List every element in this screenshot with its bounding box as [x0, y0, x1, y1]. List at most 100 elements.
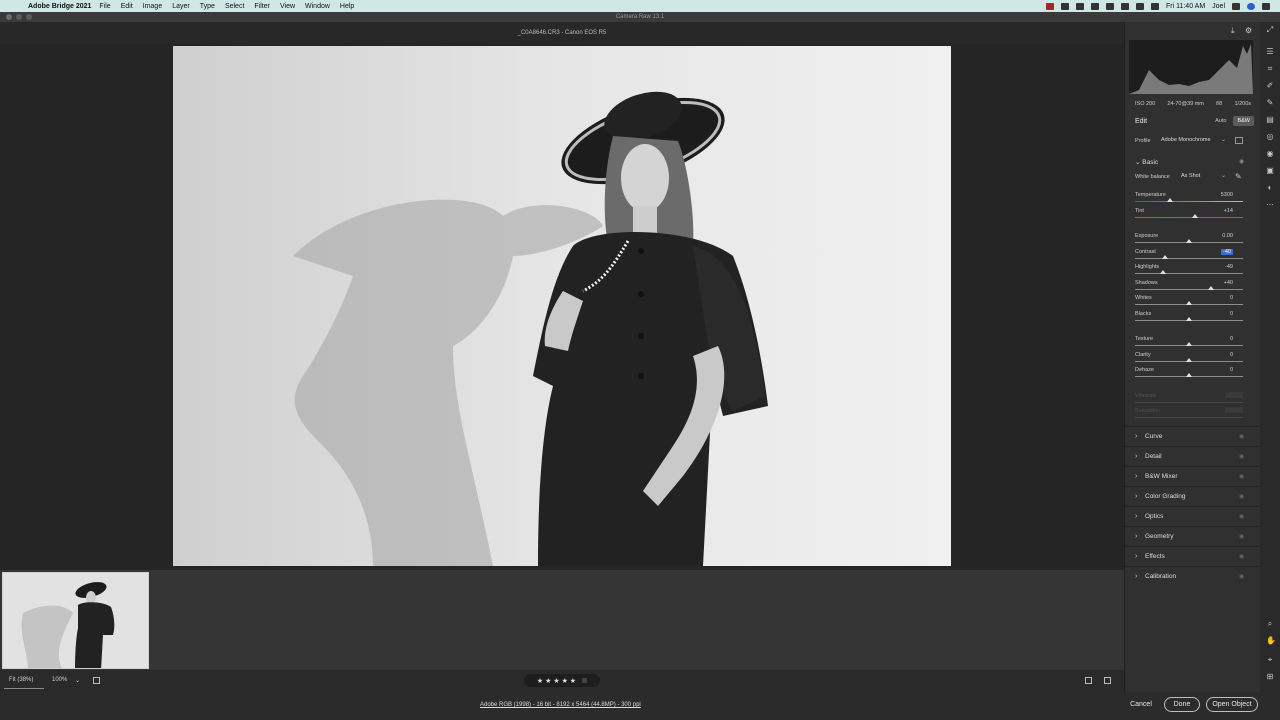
panel-name[interactable]: Calibration [1145, 573, 1176, 580]
save-icon[interactable]: ⤓ [1231, 26, 1235, 36]
slider-value[interactable]: 0 [1230, 295, 1233, 301]
menu-window[interactable]: Window [305, 3, 330, 10]
eye-icon[interactable]: ◉ [1239, 573, 1244, 580]
slider-value[interactable]: -40 [1221, 249, 1233, 255]
eye-icon[interactable]: ◉ [1239, 473, 1244, 480]
split-view-icon[interactable] [1104, 677, 1111, 684]
eye-icon[interactable]: ◉ [1239, 493, 1244, 500]
bluetooth-icon[interactable] [1105, 2, 1114, 10]
menu-type[interactable]: Type [200, 3, 215, 10]
slider-track[interactable] [1135, 402, 1243, 403]
slider-value[interactable]: +14 [1224, 208, 1233, 214]
auto-button[interactable]: Auto [1211, 116, 1230, 126]
slider-track[interactable] [1135, 273, 1243, 274]
open-object-button[interactable]: Open Object [1206, 697, 1258, 712]
panel-effects[interactable]: › Effects ◉ [1125, 546, 1261, 566]
photo-preview[interactable] [173, 46, 951, 566]
white-balance-dropdown[interactable]: As Shot [1179, 172, 1225, 181]
slider-value[interactable]: 0 [1230, 311, 1233, 317]
slider-knob[interactable] [1159, 270, 1166, 274]
siri-icon[interactable] [1247, 2, 1255, 10]
minimize-window-button[interactable] [16, 14, 22, 20]
volume-icon[interactable] [1135, 2, 1144, 10]
menu-image[interactable]: Image [143, 3, 162, 10]
eye-icon[interactable]: ◉ [1239, 553, 1244, 560]
slider-tint[interactable]: Tint +14 [1135, 208, 1243, 222]
panel-b-w-mixer[interactable]: › B&W Mixer ◉ [1125, 466, 1261, 486]
slider-value[interactable]: 0 [1230, 336, 1233, 342]
chevron-right-icon[interactable]: › [1135, 453, 1137, 460]
profile-browser-icon[interactable] [1235, 137, 1243, 144]
slider-knob[interactable] [1166, 198, 1173, 202]
panel-optics[interactable]: › Optics ◉ [1125, 506, 1261, 526]
creative-cloud-icon[interactable] [1090, 2, 1099, 10]
slider-value[interactable]: 0 [1230, 367, 1233, 373]
chevron-down-icon[interactable]: ⌄ [1221, 172, 1226, 179]
gradient-icon[interactable]: ▤ [1266, 116, 1274, 124]
menu-file[interactable]: File [99, 3, 110, 10]
panel-curve[interactable]: › Curve ◉ [1125, 426, 1261, 446]
slider-vibrance[interactable]: Vibrance [1135, 392, 1243, 407]
healing-icon[interactable]: ✎ [1266, 99, 1274, 107]
wifi-icon[interactable] [1120, 2, 1129, 10]
rating-stars[interactable]: ★ ★ ★ ★ ★ [537, 677, 576, 685]
fit-zoom-button[interactable]: Fit (38%) [9, 677, 33, 683]
eye-icon[interactable]: ◉ [1239, 158, 1244, 165]
slider-value[interactable]: 0 [1230, 352, 1233, 358]
battery-icon[interactable] [1150, 2, 1159, 10]
snapshot-icon[interactable]: ▣ [1266, 167, 1274, 175]
eye-icon[interactable]: ◉ [1239, 453, 1244, 460]
record-icon[interactable] [1045, 2, 1054, 10]
radial-icon[interactable]: ◎ [1266, 133, 1274, 141]
cancel-button[interactable]: Cancel [1126, 697, 1156, 712]
redeye-icon[interactable]: ◉ [1266, 150, 1274, 158]
image-canvas[interactable] [0, 44, 1124, 570]
panel-color-grading[interactable]: › Color Grading ◉ [1125, 486, 1261, 506]
slider-texture[interactable]: Texture 0 [1135, 336, 1243, 350]
zoom-level-dropdown[interactable]: 100% [52, 677, 67, 683]
slider-value[interactable]: +40 [1224, 280, 1233, 286]
user-name[interactable]: Joel [1212, 3, 1225, 10]
slider-value[interactable]: -49 [1225, 264, 1233, 270]
menu-layer[interactable]: Layer [172, 3, 190, 10]
slider-knob[interactable] [1186, 373, 1192, 377]
slider-dehaze[interactable]: Dehaze 0 [1135, 367, 1243, 381]
edit-icon[interactable]: ☰ [1266, 48, 1274, 56]
zoom-window-button[interactable] [26, 14, 32, 20]
workflow-options-link[interactable]: Adobe RGB (1998) - 16 bit - 8192 x 5464 … [480, 702, 641, 708]
more-icon[interactable]: ⋯ [1266, 201, 1274, 209]
slider-value[interactable]: 5300 [1221, 192, 1233, 198]
bw-button[interactable]: B&W [1233, 116, 1254, 126]
panel-name[interactable]: Geometry [1145, 533, 1174, 540]
chevron-right-icon[interactable]: › [1135, 493, 1137, 500]
slider-knob[interactable] [1186, 301, 1192, 305]
eye-icon[interactable]: ◉ [1239, 513, 1244, 520]
control-center-icon[interactable] [1262, 2, 1270, 10]
slider-contrast[interactable]: Contrast -40 [1135, 249, 1243, 263]
done-button[interactable]: Done [1164, 697, 1200, 712]
expand-icon[interactable]: ⤢ [1266, 26, 1274, 34]
menu-select[interactable]: Select [225, 3, 244, 10]
clock[interactable]: Fri 11:40 AM [1166, 3, 1205, 10]
eye-icon[interactable]: ◉ [1239, 533, 1244, 540]
slider-knob[interactable] [1186, 317, 1192, 321]
spotlight-icon[interactable] [1232, 2, 1240, 10]
panel-name[interactable]: Effects [1145, 553, 1165, 560]
slider-knob[interactable] [1192, 214, 1199, 218]
chevron-right-icon[interactable]: › [1135, 573, 1137, 580]
chevron-right-icon[interactable]: › [1135, 553, 1137, 560]
chevron-down-icon[interactable]: ⌄ [1221, 136, 1226, 143]
flag-icon[interactable] [582, 678, 588, 683]
panel-name[interactable]: Optics [1145, 513, 1163, 520]
slider-track[interactable] [1135, 289, 1243, 290]
presets-icon[interactable]: ◐ [1266, 184, 1274, 192]
slider-track[interactable] [1135, 201, 1243, 202]
slider-knob[interactable] [1162, 255, 1169, 259]
display-icon[interactable] [1075, 2, 1084, 10]
panel-calibration[interactable]: › Calibration ◉ [1125, 566, 1261, 586]
menu-edit[interactable]: Edit [121, 3, 133, 10]
profile-dropdown[interactable]: Adobe Monochrome [1159, 136, 1225, 145]
slider-blacks[interactable]: Blacks 0 [1135, 311, 1243, 325]
slider-value[interactable]: 0.00 [1222, 233, 1233, 239]
slider-knob[interactable] [1186, 342, 1192, 346]
